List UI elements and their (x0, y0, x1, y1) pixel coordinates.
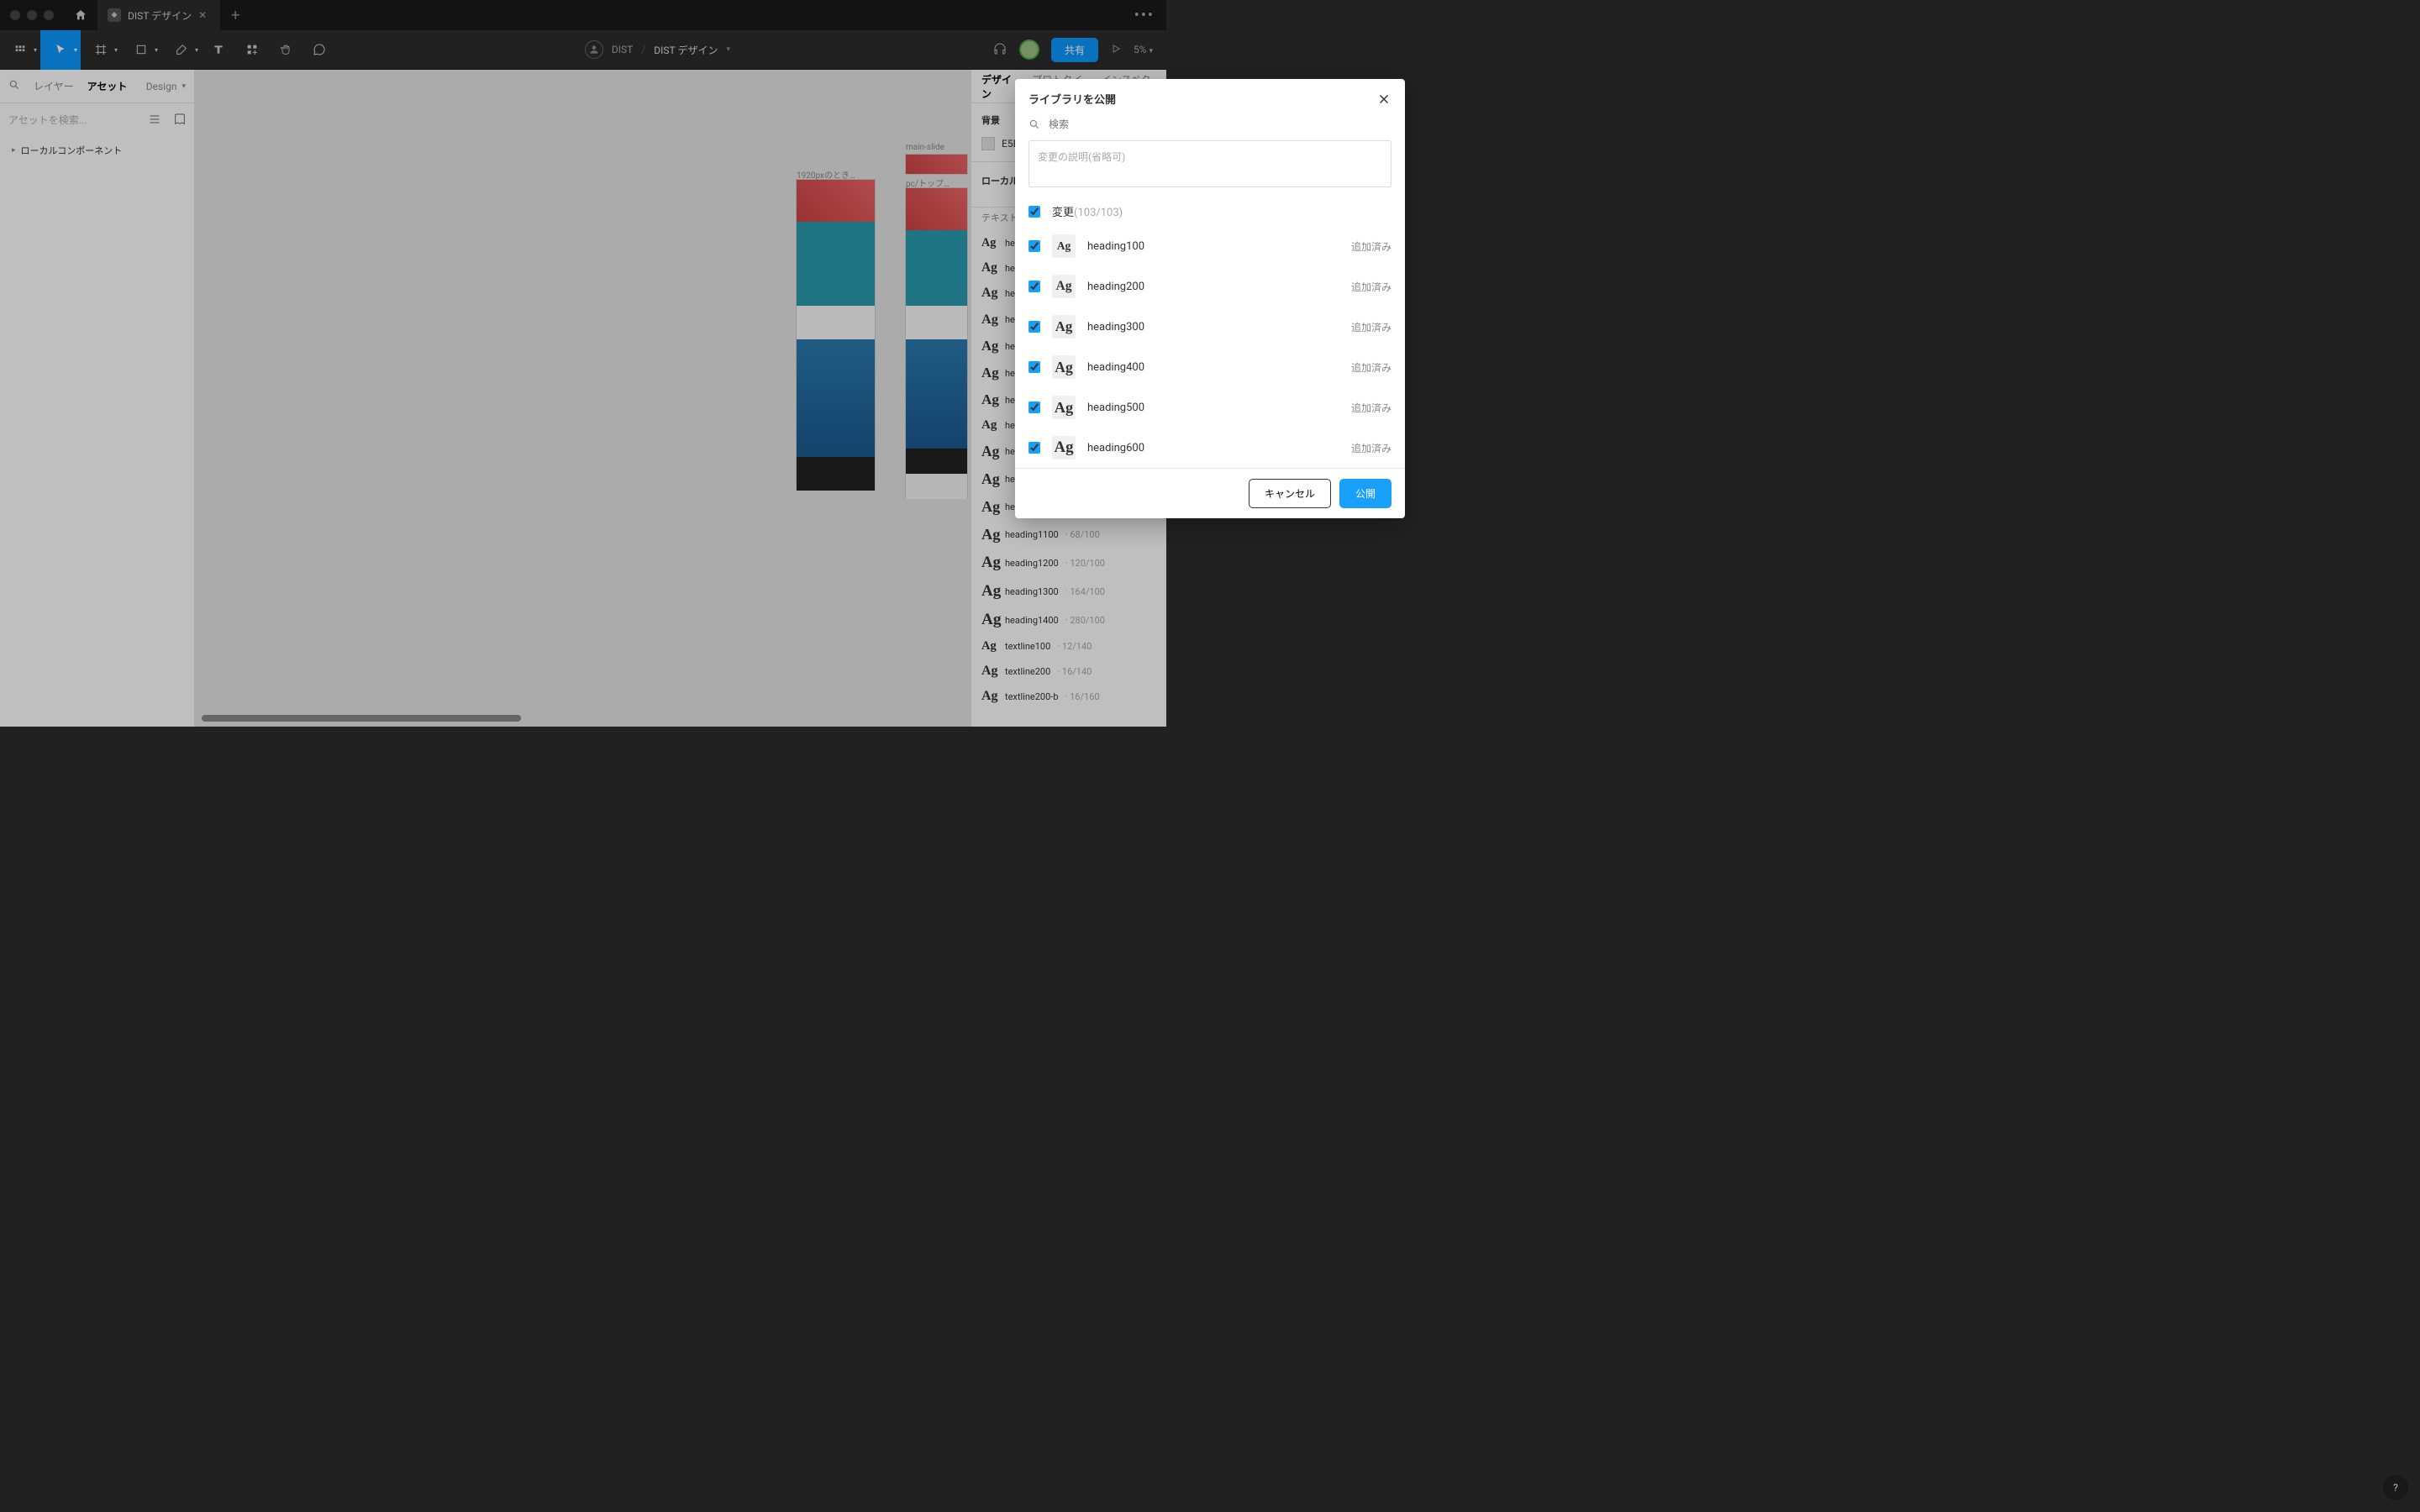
modal-style-row: Ag heading300 追加済み (1015, 307, 1405, 347)
modal-style-row: Ag heading600 追加済み (1015, 428, 1405, 468)
item-checkbox[interactable] (1028, 402, 1040, 413)
ag-icon: Ag (1052, 275, 1076, 298)
item-name: heading600 (1087, 442, 1339, 454)
item-checkbox[interactable] (1028, 240, 1040, 252)
select-all-checkbox[interactable] (1028, 206, 1040, 218)
item-checkbox[interactable] (1028, 281, 1040, 292)
ag-icon: Ag (1052, 234, 1076, 258)
changes-count: (103/103) (1074, 207, 1123, 219)
item-status: 追加済み (1351, 401, 1392, 415)
item-name: heading500 (1087, 402, 1339, 414)
ag-icon: Ag (1052, 315, 1076, 339)
cancel-button[interactable]: キャンセル (1249, 479, 1331, 508)
ag-icon: Ag (1052, 436, 1076, 459)
publish-library-modal: ライブラリを公開 変更(103/103) Ag heading100 追加済み … (1015, 79, 1405, 518)
modal-style-row: Ag heading200 追加済み (1015, 266, 1405, 307)
item-name: heading100 (1087, 240, 1339, 253)
item-name: heading400 (1087, 361, 1339, 374)
item-status: 追加済み (1351, 320, 1392, 334)
item-status: 追加済み (1351, 280, 1392, 294)
changes-label: 変更 (1052, 207, 1074, 219)
modal-overlay[interactable]: ライブラリを公開 変更(103/103) Ag heading100 追加済み … (0, 0, 2420, 1512)
publish-button[interactable]: 公開 (1339, 479, 1392, 508)
modal-style-row: Ag heading400 追加済み (1015, 347, 1405, 387)
item-status: 追加済み (1351, 360, 1392, 375)
change-description-input[interactable] (1028, 140, 1392, 187)
modal-search-input[interactable] (1049, 118, 1392, 130)
modal-style-row: Ag heading500 追加済み (1015, 387, 1405, 428)
item-status: 追加済み (1351, 239, 1392, 254)
modal-title: ライブラリを公開 (1028, 91, 1116, 107)
item-checkbox[interactable] (1028, 442, 1040, 454)
ag-icon: Ag (1052, 355, 1076, 379)
ag-icon: Ag (1052, 396, 1076, 419)
close-icon[interactable] (1376, 92, 1392, 107)
modal-style-row: Ag heading100 追加済み (1015, 226, 1405, 266)
item-checkbox[interactable] (1028, 361, 1040, 373)
item-name: heading300 (1087, 321, 1339, 333)
search-icon (1028, 118, 1040, 130)
item-name: heading200 (1087, 281, 1339, 293)
item-status: 追加済み (1351, 441, 1392, 455)
item-checkbox[interactable] (1028, 321, 1040, 333)
